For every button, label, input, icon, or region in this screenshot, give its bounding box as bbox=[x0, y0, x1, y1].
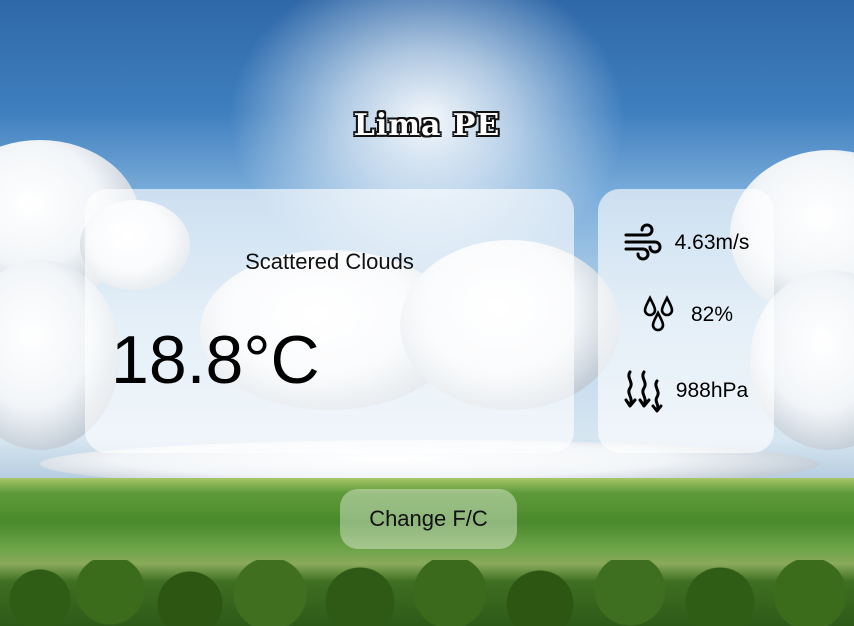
temperature-value: 18.8°C bbox=[111, 322, 320, 398]
city-title: Lima PE bbox=[353, 108, 501, 143]
pressure-value: 988hPa bbox=[675, 379, 749, 402]
pressure-stat: 988hPa bbox=[598, 369, 774, 413]
wind-speed-value: 4.63m/s bbox=[674, 231, 750, 254]
change-unit-button[interactable]: Change F/C bbox=[340, 489, 517, 549]
wind-icon bbox=[623, 223, 663, 263]
humidity-drops-icon bbox=[639, 295, 679, 335]
weather-description: Scattered Clouds bbox=[245, 249, 414, 274]
pressure-arrows-icon bbox=[624, 369, 664, 413]
weather-app: Lima PE Scattered Clouds 18.8°C 4.63m/s bbox=[0, 0, 854, 626]
wind-stat: 4.63m/s bbox=[598, 223, 774, 263]
humidity-value: 82% bbox=[690, 303, 734, 326]
humidity-stat: 82% bbox=[598, 295, 774, 335]
weather-stats-card: 4.63m/s 82% 988hPa bbox=[598, 189, 774, 453]
current-weather-card: Scattered Clouds 18.8°C bbox=[85, 189, 574, 453]
bushes bbox=[0, 560, 854, 626]
